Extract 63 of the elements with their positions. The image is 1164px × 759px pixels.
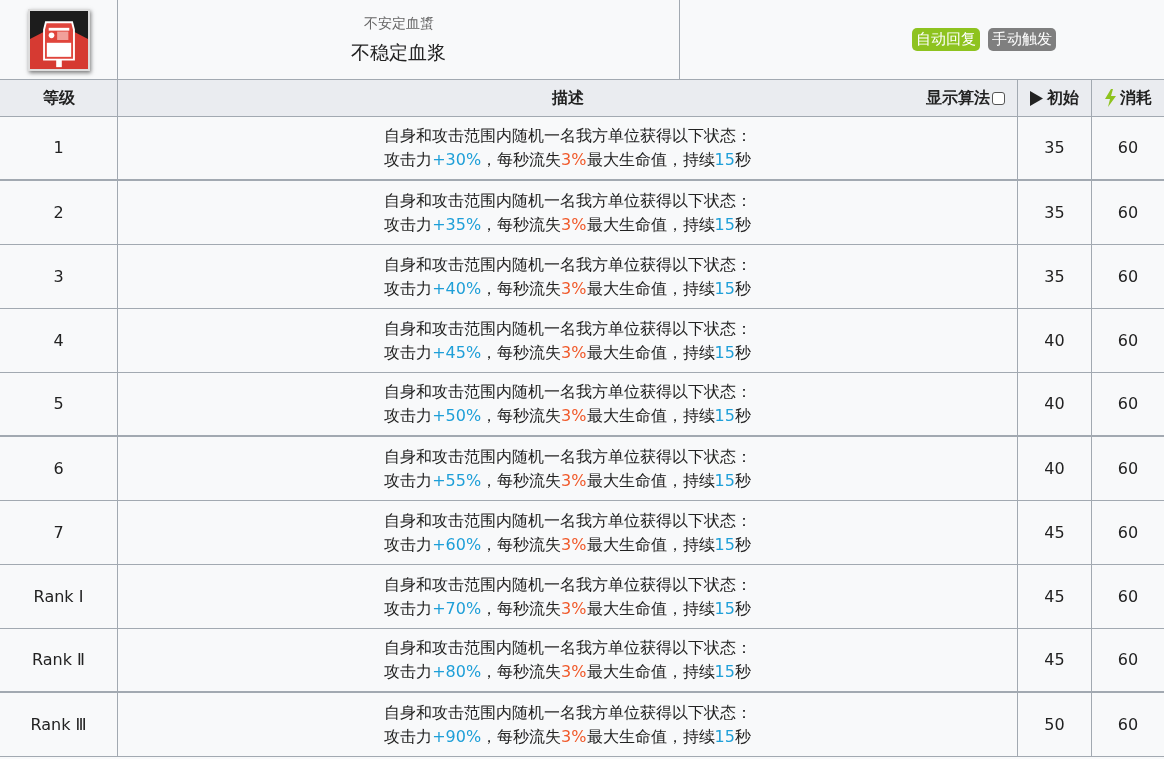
level-cell-text: 2 <box>53 201 64 224</box>
description-line: 自身和攻击范围内随机一名我方单位获得以下状态： <box>383 509 752 532</box>
level-cell-text: 1 <box>53 137 64 159</box>
blood-bag-icon <box>27 8 90 71</box>
initial-cell-text: 45 <box>1044 649 1065 671</box>
skill-name: 不稳定血浆 <box>351 39 446 65</box>
description-line: 攻击力+55%，每秒流失3%最大生命值，持续15秒 <box>384 469 751 492</box>
initial-cell-text: 40 <box>1044 393 1065 415</box>
skill-tag: 自动回复 <box>912 28 980 51</box>
initial-cell-text: 40 <box>1044 329 1065 352</box>
initial-cell-text: 35 <box>1044 137 1065 159</box>
column-header: 初始 <box>1047 87 1079 109</box>
cost-cell-text: 60 <box>1117 457 1139 480</box>
column-header: 等级 <box>42 87 75 109</box>
description-line: 自身和攻击范围内随机一名我方单位获得以下状态： <box>383 189 752 212</box>
skill-subtitle: 不安定血螀 <box>363 13 434 33</box>
initial-cell-text: 50 <box>1044 713 1065 736</box>
cost-cell-text: 60 <box>1117 137 1139 159</box>
formula-toggle-label: 显示算法 <box>926 87 990 109</box>
description-line: 自身和攻击范围内随机一名我方单位获得以下状态： <box>383 125 752 147</box>
description-line: 攻击力+70%，每秒流失3%最大生命值，持续15秒 <box>384 597 751 620</box>
initial-cell-text: 45 <box>1044 521 1065 544</box>
initial-cell-text: 40 <box>1044 457 1065 480</box>
description-line: 攻击力+35%，每秒流失3%最大生命值，持续15秒 <box>384 213 751 236</box>
level-cell-text: Rank Ⅰ <box>33 585 84 608</box>
level-cell-text: 5 <box>53 393 64 415</box>
cost-cell-text: 60 <box>1117 649 1139 671</box>
cost-cell-text: 60 <box>1117 713 1139 736</box>
column-header: 描述 <box>551 87 584 109</box>
description-line: 攻击力+40%，每秒流失3%最大生命值，持续15秒 <box>384 277 751 300</box>
level-cell-text: 6 <box>53 457 64 480</box>
play-icon <box>1030 90 1043 106</box>
level-cell-text: Rank Ⅱ <box>32 649 85 671</box>
cost-cell-text: 60 <box>1117 329 1139 352</box>
level-cell-text: 3 <box>53 265 64 288</box>
level-cell-text: 7 <box>53 521 64 544</box>
description-line: 攻击力+90%，每秒流失3%最大生命值，持续15秒 <box>384 725 751 748</box>
description-line: 自身和攻击范围内随机一名我方单位获得以下状态： <box>383 701 752 724</box>
description-line: 攻击力+80%，每秒流失3%最大生命值，持续15秒 <box>384 661 751 683</box>
description-line: 自身和攻击范围内随机一名我方单位获得以下状态： <box>383 317 752 340</box>
cost-cell-text: 60 <box>1117 393 1139 415</box>
description-line: 自身和攻击范围内随机一名我方单位获得以下状态： <box>383 253 752 276</box>
cost-cell-text: 60 <box>1117 265 1139 288</box>
description-line: 自身和攻击范围内随机一名我方单位获得以下状态： <box>383 445 752 468</box>
cost-cell-text: 60 <box>1117 585 1139 608</box>
skill-tag: 手动触发 <box>988 28 1056 51</box>
description-line: 攻击力+60%，每秒流失3%最大生命值，持续15秒 <box>384 533 751 556</box>
initial-cell-text: 35 <box>1044 265 1065 288</box>
initial-cell-text: 35 <box>1044 201 1065 224</box>
column-header: 消耗 <box>1119 87 1152 109</box>
initial-cell-text: 45 <box>1044 585 1065 608</box>
lightning-icon <box>1104 89 1116 107</box>
formula-checkbox[interactable] <box>992 91 1005 105</box>
description-line: 自身和攻击范围内随机一名我方单位获得以下状态： <box>383 637 752 659</box>
description-line: 自身和攻击范围内随机一名我方单位获得以下状态： <box>383 573 752 596</box>
description-line: 攻击力+30%，每秒流失3%最大生命值，持续15秒 <box>384 149 751 171</box>
cost-cell-text: 60 <box>1117 521 1139 544</box>
description-line: 攻击力+45%，每秒流失3%最大生命值，持续15秒 <box>384 341 751 364</box>
description-line: 攻击力+50%，每秒流失3%最大生命值，持续15秒 <box>384 405 751 427</box>
level-cell-text: 4 <box>53 329 64 352</box>
cost-cell-text: 60 <box>1117 201 1139 224</box>
level-cell-text: Rank Ⅲ <box>30 713 87 736</box>
description-line: 自身和攻击范围内随机一名我方单位获得以下状态： <box>383 381 752 403</box>
